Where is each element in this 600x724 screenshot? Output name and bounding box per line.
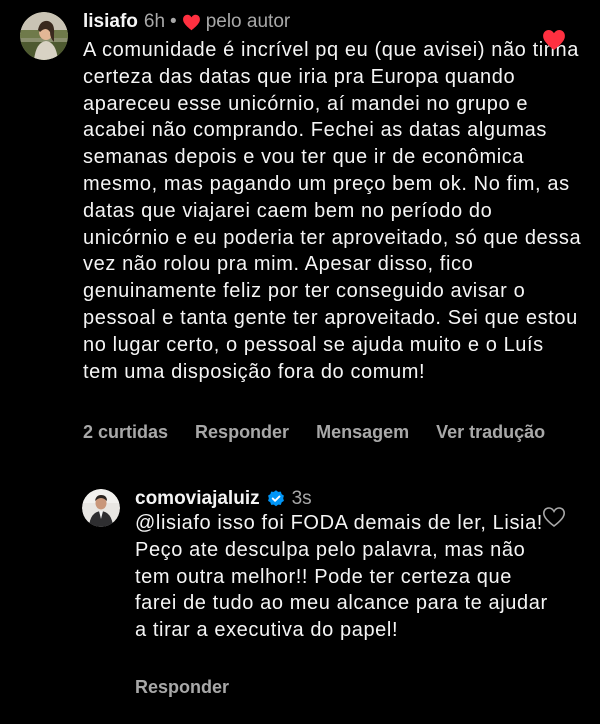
comment-time: 3s xyxy=(291,488,312,509)
avatar[interactable] xyxy=(82,489,120,527)
verified-badge-icon xyxy=(266,489,286,509)
reply-comment: comoviajaluiz 3s @lisiafo isso foi FODA … xyxy=(0,0,600,724)
comment-text: @lisiafo isso foi FODA demais de ler, Li… xyxy=(135,512,548,642)
username[interactable]: comoviajaluiz xyxy=(135,488,260,510)
heart-outline-icon xyxy=(543,507,565,528)
comment-actions: Responder xyxy=(135,677,256,698)
like-button[interactable] xyxy=(542,506,566,528)
reply-button[interactable]: Responder xyxy=(135,677,229,698)
comment-header: comoviajaluiz 3s xyxy=(135,486,312,512)
